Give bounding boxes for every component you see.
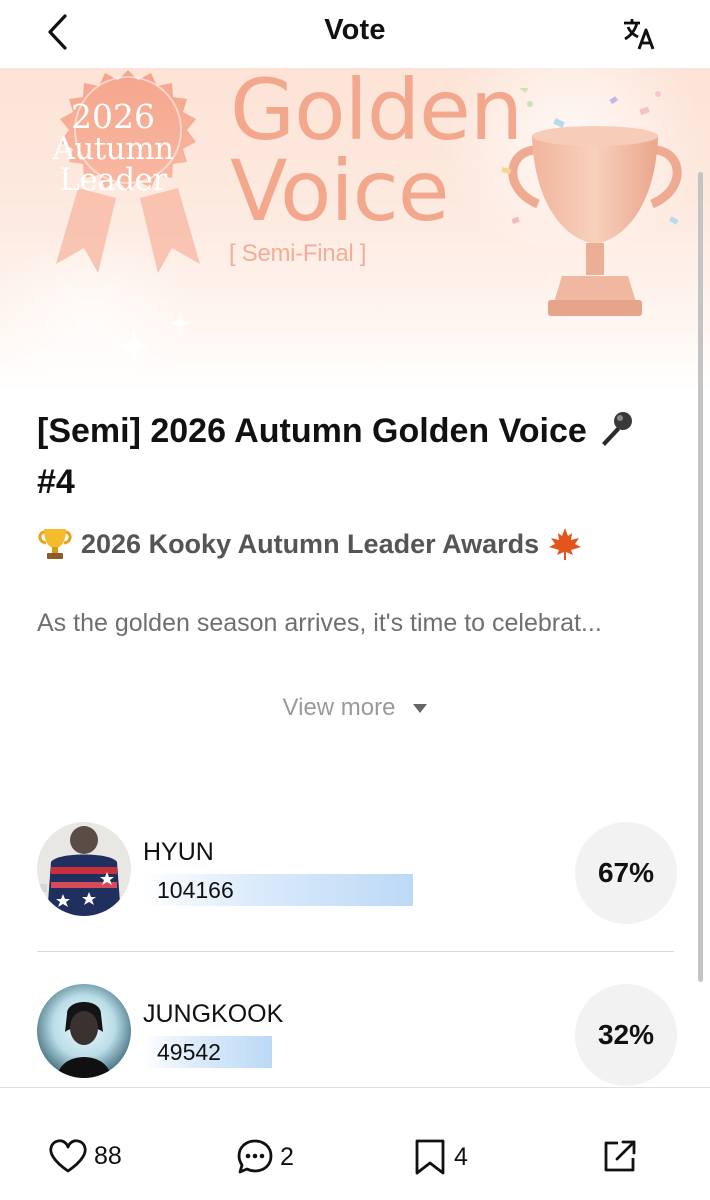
candidate-name: JUNGKOOK	[143, 1000, 284, 1028]
rosette-text: 2026 Autumn Leader	[38, 100, 188, 197]
vote-count: 49542	[157, 1039, 221, 1065]
microphone-icon	[602, 412, 633, 446]
avatar	[37, 984, 131, 1078]
avatar	[37, 822, 131, 916]
view-more-label: View more	[282, 694, 396, 721]
translate-icon	[624, 19, 655, 50]
bookmark-count: 4	[454, 1142, 468, 1171]
percent-badge: 67%	[575, 822, 677, 924]
post-title-number: #4	[37, 463, 75, 501]
translate-button[interactable]	[618, 12, 662, 56]
rosette-line-2: Autumn	[52, 130, 174, 167]
maple-leaf-icon	[549, 528, 582, 560]
post-description: As the golden season arrives, it's time …	[37, 609, 602, 637]
percent-badge: 32%	[575, 984, 677, 1086]
award-line-text: 2026 Kooky Autumn Leader Awards	[81, 528, 540, 559]
divider	[37, 951, 674, 952]
candidate-name: HYUN	[143, 838, 214, 866]
page-title: Vote	[324, 14, 386, 46]
share-button[interactable]	[602, 1138, 638, 1174]
vote-count: 104166	[157, 877, 234, 903]
comment-count: 2	[280, 1142, 294, 1171]
event-banner: 2026 Autumn Leader Golden Voice [ Semi-F…	[0, 68, 710, 390]
award-line: 2026 Kooky Autumn Leader Awards	[37, 526, 583, 562]
sparkle-icon	[116, 324, 152, 368]
trophy-illustration	[501, 88, 682, 316]
comment-button[interactable]: 2	[236, 1138, 294, 1176]
bottom-action-bar: 88 2 4	[0, 1087, 710, 1200]
rosette-line-3: Leader	[59, 162, 167, 199]
candidate-row[interactable]: HYUN 104166 67%	[37, 822, 677, 924]
banner-title-line-1: Golden	[230, 68, 523, 159]
comment-icon	[237, 1139, 273, 1174]
share-icon	[604, 1140, 636, 1172]
candidate-row[interactable]: JUNGKOOK 49542 32%	[37, 984, 677, 1086]
like-count: 88	[94, 1141, 122, 1170]
post-title: [Semi] 2026 Autumn Golden Voice #4	[37, 406, 677, 508]
heart-icon	[49, 1139, 87, 1173]
sparkle-icon	[170, 310, 190, 336]
bookmark-icon	[415, 1139, 445, 1175]
triangle-down-icon	[413, 703, 428, 713]
top-bar: Vote	[0, 0, 710, 68]
view-more-button[interactable]: View more	[0, 694, 710, 722]
scrollbar[interactable]	[698, 172, 703, 982]
banner-title: Golden Voice	[230, 68, 523, 240]
rosette-year: 2026	[71, 97, 155, 136]
banner-title-line-2: Voice	[230, 141, 450, 240]
trophy-icon	[38, 529, 72, 559]
post-title-text: [Semi] 2026 Autumn Golden Voice	[37, 412, 587, 450]
bookmark-button[interactable]: 4	[412, 1138, 468, 1176]
like-button[interactable]: 88	[48, 1138, 122, 1174]
banner-subtitle: [ Semi-Final ]	[229, 240, 367, 267]
